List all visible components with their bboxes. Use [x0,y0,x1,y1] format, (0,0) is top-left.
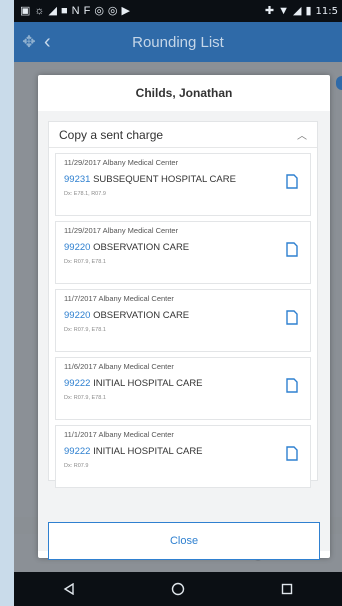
charge-code: 99231 [64,174,91,185]
location-icon: ✚ [264,4,275,17]
patient-name: Childs, Jonathan [135,86,233,100]
charge-date-location: 11/7/2017 Albany Medical Center [64,294,174,303]
app-bar: ✥ ‹ Rounding List [14,22,342,62]
weather-notification-icon: ☼ [34,4,45,17]
charge-description: OBSERVATION CARE [93,310,190,321]
copy-document-icon[interactable] [286,174,298,189]
charge-code: 99220 [64,242,91,253]
background-badge [336,76,342,90]
signal-notification-icon: ◢ [48,4,57,17]
charge-date-location: 11/29/2017 Albany Medical Center [64,226,179,235]
charge-description: INITIAL HOSPITAL CARE [93,446,203,457]
image-notification-icon: ▣ [20,4,31,17]
flag-notification-icon: F [83,4,91,17]
charge-item[interactable]: 11/1/2017 Albany Medical Center 99222 IN… [55,425,311,488]
record-notification-icon: ◎ [94,4,104,17]
charge-description: INITIAL HOSPITAL CARE [93,378,203,389]
charge-date-location: 11/29/2017 Albany Medical Center [64,158,179,167]
home-circle-icon[interactable] [158,574,198,604]
message-notification-icon: ■ [60,4,68,17]
target-notification-icon: ◎ [107,4,118,17]
screenshot-frame: ▣ ☼ ◢ ■ N F ◎ ◎ ▶ ✚ ▼ ◢ ▮ 11:5 ✥ ‹ Round… [0,0,342,606]
copy-document-icon[interactable] [286,242,298,257]
charge-code: 99222 [64,446,91,457]
charge-dx: Dx: R07.9, E78.1 [64,259,106,265]
app-n-notification-icon: N [71,4,80,17]
play-notification-icon: ▶ [121,4,130,17]
sent-charges-section: Copy a sent charge ︿ 11/29/2017 Albany M… [48,121,318,488]
charge-item[interactable]: 11/6/2017 Albany Medical Center 99222 IN… [55,357,311,420]
system-navigation-bar [14,572,342,606]
charge-date-location: 11/1/2017 Albany Medical Center [64,430,174,439]
copy-charge-dialog: Childs, Jonathan Copy a sent charge ︿ 11… [38,75,330,560]
charge-line: 99231 SUBSEQUENT HOSPITAL CARE [64,174,304,185]
charge-dx: Dx: R07.9, E78.1 [64,395,106,401]
charge-code: 99220 [64,310,91,321]
section-title: Copy a sent charge [59,127,164,142]
charge-dx: Dx: R07.9, E78.1 [64,327,106,333]
charge-line: 99222 INITIAL HOSPITAL CARE [64,378,304,389]
navigation-icon[interactable]: ✥ [14,32,44,52]
clock-time: 11:5 [315,5,338,17]
wifi-icon: ▼ [278,4,289,17]
dialog-body: Copy a sent charge ︿ 11/29/2017 Albany M… [38,111,330,560]
charge-code: 99222 [64,378,91,389]
back-arrow-icon[interactable]: ‹ [44,31,68,54]
charge-description: SUBSEQUENT HOSPITAL CARE [93,174,236,185]
charge-item[interactable]: 11/29/2017 Albany Medical Center 99231 S… [55,153,311,216]
back-triangle-icon[interactable] [49,574,89,604]
charge-item[interactable]: 11/29/2017 Albany Medical Center 99220 O… [55,221,311,284]
close-button[interactable]: Close [48,522,320,560]
notification-icons: ▣ ☼ ◢ ■ N F ◎ ◎ ▶ [20,4,130,17]
charge-line: 99222 INITIAL HOSPITAL CARE [64,446,304,457]
section-header[interactable]: Copy a sent charge ︿ [49,122,317,148]
charge-line: 99220 OBSERVATION CARE [64,242,304,253]
status-bar: ▣ ☼ ◢ ■ N F ◎ ◎ ▶ ✚ ▼ ◢ ▮ 11:5 [14,0,342,22]
chevron-up-icon[interactable]: ︿ [297,127,307,142]
charge-item[interactable]: 11/7/2017 Albany Medical Center 99220 OB… [55,289,311,352]
signal-icon: ◢ [293,4,302,17]
copy-document-icon[interactable] [286,310,298,325]
charge-line: 99220 OBSERVATION CARE [64,310,304,321]
copy-document-icon[interactable] [286,378,298,393]
charge-description: OBSERVATION CARE [93,242,190,253]
charge-date-location: 11/6/2017 Albany Medical Center [64,362,174,371]
charge-dx: Dx: E78.1, R07.9 [64,191,106,197]
battery-icon: ▮ [305,4,312,17]
system-status-icons: ✚ ▼ ◢ ▮ 11:5 [264,4,338,17]
recents-square-icon[interactable] [267,574,307,604]
copy-document-icon[interactable] [286,446,298,461]
charge-dx: Dx: R07.9 [64,463,89,469]
phone-screen: ▣ ☼ ◢ ■ N F ◎ ◎ ▶ ✚ ▼ ◢ ▮ 11:5 ✥ ‹ Round… [14,0,342,606]
